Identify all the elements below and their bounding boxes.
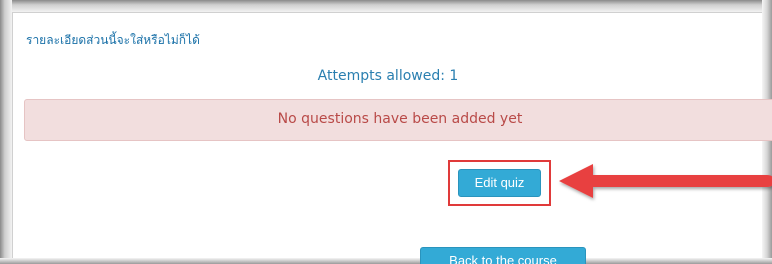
back-to-course-button[interactable]: Back to the course — [420, 247, 586, 264]
edit-quiz-highlight-box — [448, 160, 551, 206]
quiz-description-text: รายละเอียดส่วนนี้จะใส่หรือไม่ก็ได้ — [26, 33, 200, 47]
no-questions-alert: No questions have been added yet — [24, 99, 772, 141]
screenshot-frame: รายละเอียดส่วนนี้จะใส่หรือไม่ก็ได้ Attem… — [0, 0, 772, 264]
attempts-allowed-text: Attempts allowed: 1 — [317, 68, 459, 84]
page-shadow-top — [0, 0, 772, 12]
quiz-content-panel: รายละเอียดส่วนนี้จะใส่หรือไม่ก็ได้ Attem… — [12, 12, 772, 264]
left-arrow-icon — [559, 164, 772, 198]
alert-message: No questions have been added yet — [277, 111, 523, 127]
page-shadow-bottom — [0, 258, 772, 264]
page-shadow-left — [0, 0, 12, 264]
